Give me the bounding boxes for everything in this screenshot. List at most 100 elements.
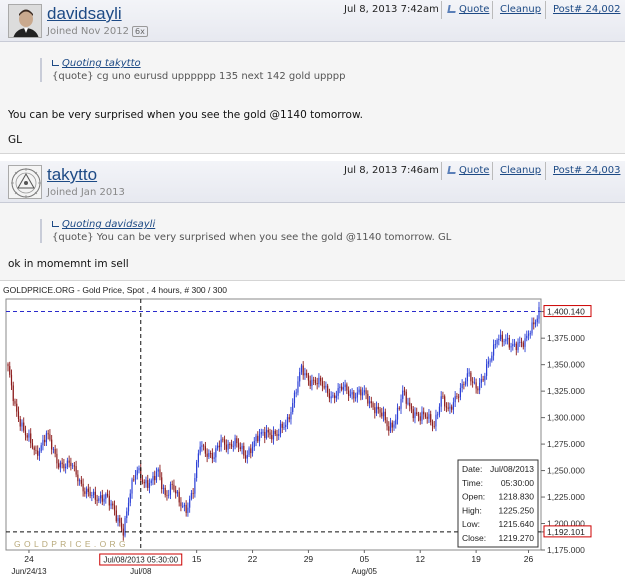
candle-body — [19, 418, 21, 427]
candle-body — [306, 373, 308, 376]
candle-body — [361, 392, 364, 396]
quote-button[interactable]: Quote — [447, 165, 489, 176]
candle-body — [451, 406, 453, 410]
message-line: ok in momemnt im sell — [8, 258, 129, 270]
header-divider — [441, 1, 442, 19]
candle-body — [26, 435, 28, 438]
candle-body — [196, 462, 198, 479]
candle-body — [482, 378, 484, 381]
chart-svg[interactable]: GOLDPRICE.ORG - Gold Price, Spot , 4 hou… — [0, 282, 625, 587]
candle-body — [159, 469, 161, 478]
user-avatar[interactable] — [8, 4, 42, 38]
candle-body — [16, 403, 18, 412]
candle-body — [131, 479, 133, 494]
candle-body — [341, 386, 343, 390]
reply-arrow-icon — [52, 60, 59, 66]
quote-button[interactable]: Quote — [447, 4, 489, 15]
candle-body — [339, 386, 341, 389]
candle-body — [320, 377, 322, 382]
post-date: Jul 8, 2013 7:46am — [344, 165, 439, 176]
header-divider — [545, 162, 546, 180]
candle-body — [91, 495, 93, 496]
candle-body — [230, 444, 233, 447]
candle-body — [484, 375, 486, 381]
forum-post: davidsayli Joined Nov 2012 6x Jul 8, 2013… — [0, 0, 625, 154]
candle-body — [234, 438, 236, 447]
y-tick-label: 1,275.000 — [547, 439, 585, 449]
candle-body — [421, 411, 423, 421]
candle-body — [176, 491, 179, 494]
candle-body — [288, 417, 290, 420]
candle-body — [405, 391, 407, 404]
candle-body — [407, 402, 409, 404]
candle-body — [344, 384, 346, 388]
candle-body — [14, 401, 16, 404]
cleanup-button[interactable]: Cleanup — [500, 165, 541, 176]
candle-body — [403, 390, 406, 392]
candle-body — [28, 433, 30, 438]
candle-body — [161, 477, 163, 490]
info-value: 1215.640 — [499, 519, 535, 529]
info-label: High: — [462, 505, 482, 515]
candle-body — [58, 463, 60, 468]
candle-body — [398, 407, 400, 409]
gold-price-chart[interactable]: GOLDPRICE.ORG - Gold Price, Spot , 4 hou… — [0, 282, 625, 587]
quoting-link[interactable]: Quoting davidsayli — [52, 219, 451, 230]
candle-body — [400, 398, 402, 409]
candle-body — [492, 344, 495, 356]
candle-body — [241, 445, 243, 450]
candle-body — [129, 493, 131, 503]
candle-body — [86, 488, 88, 494]
post-number-link[interactable]: Post# 24,002 — [553, 4, 620, 15]
candle-body — [133, 479, 135, 481]
candle-body — [92, 491, 95, 496]
candle-body — [218, 445, 220, 448]
info-value: 05:30:00 — [501, 478, 534, 488]
username-link[interactable]: takytto — [47, 165, 97, 185]
candle-body — [269, 432, 271, 436]
candle-body — [148, 483, 151, 488]
cleanup-button[interactable]: Cleanup — [500, 4, 541, 15]
candle-body — [370, 401, 372, 404]
username-link[interactable]: davidsayli — [47, 4, 122, 24]
candle-body — [47, 433, 49, 435]
candle-body — [290, 411, 292, 420]
joined-date: Joined Jan 2013 — [47, 187, 125, 198]
candle-body — [54, 448, 56, 454]
candle-body — [428, 414, 430, 419]
candle-body — [526, 335, 528, 339]
candle-body — [452, 402, 455, 410]
candle-body — [119, 518, 121, 523]
candle-body — [391, 422, 393, 428]
candle-body — [113, 505, 116, 511]
candle-body — [395, 419, 397, 425]
post-number-link[interactable]: Post# 24,003 — [553, 165, 620, 176]
candle-body — [360, 389, 362, 396]
candle-body — [80, 480, 82, 484]
candle-body — [145, 480, 147, 484]
candle-body — [414, 412, 416, 419]
candle-body — [199, 446, 201, 454]
candle-body — [374, 407, 376, 414]
info-label: Low: — [462, 519, 480, 529]
candle-body — [115, 510, 117, 522]
candle-body — [204, 446, 206, 454]
candle-body — [337, 388, 339, 396]
candle-body — [222, 439, 224, 441]
candle-body — [246, 454, 248, 459]
info-value: 1218.830 — [499, 492, 535, 502]
candle-body — [94, 491, 96, 500]
candle-body — [456, 396, 458, 398]
candle-body — [66, 460, 68, 467]
candle-body — [496, 340, 498, 345]
candle-body — [309, 380, 311, 387]
candle-body — [23, 422, 25, 431]
candle-body — [463, 384, 465, 385]
quoting-link[interactable]: Quoting takytto — [52, 58, 345, 69]
candle-body — [99, 495, 102, 499]
candle-body — [437, 414, 439, 416]
quote-icon — [447, 166, 457, 174]
candle-body — [68, 460, 70, 463]
user-avatar[interactable] — [8, 165, 42, 199]
candle-body — [157, 469, 159, 472]
